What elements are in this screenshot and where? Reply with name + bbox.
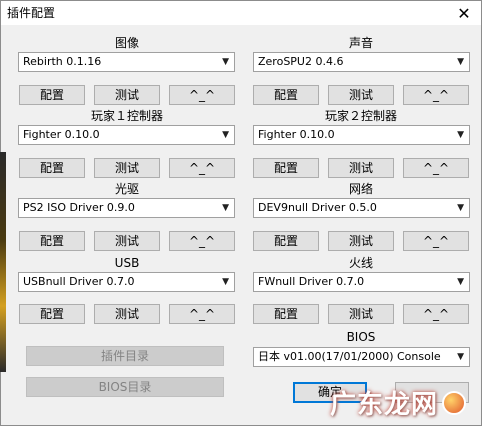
plugin-directory-button[interactable]: 插件目录 — [26, 346, 224, 366]
title-bar: 插件配置 ✕ — [1, 1, 481, 25]
pad1-plugin-select[interactable]: Fighter 0.10.0 ▼ — [18, 125, 235, 145]
chevron-down-icon: ▼ — [457, 57, 464, 67]
usb-test-button[interactable]: 测试 — [94, 304, 160, 324]
fw-plugin-value: FWnull Driver 0.7.0 — [258, 275, 365, 288]
usb-plugin-select[interactable]: USBnull Driver 0.7.0 ▼ — [18, 272, 235, 292]
chevron-down-icon: ▼ — [222, 130, 229, 140]
sound-test-button[interactable]: 测试 — [328, 85, 394, 105]
pad1-test-button[interactable]: 测试 — [94, 158, 160, 178]
fw-test-button[interactable]: 测试 — [328, 304, 394, 324]
graphics-plugin-value: Rebirth 0.1.16 — [23, 55, 102, 68]
fw-label: 火线 — [348, 256, 373, 270]
chevron-down-icon: ▼ — [457, 352, 464, 362]
chevron-down-icon: ▼ — [222, 277, 229, 287]
sound-configure-button[interactable]: 配置 — [253, 85, 319, 105]
pad2-about-button[interactable]: ^_^ — [403, 158, 469, 178]
sound-plugin-select[interactable]: ZeroSPU2 0.4.6 ▼ — [253, 52, 470, 72]
sound-plugin-value: ZeroSPU2 0.4.6 — [258, 55, 344, 68]
chevron-down-icon: ▼ — [457, 203, 464, 213]
dev9-plugin-select[interactable]: DEV9null Driver 0.5.0 ▼ — [253, 198, 470, 218]
pad2-plugin-select[interactable]: Fighter 0.10.0 ▼ — [253, 125, 470, 145]
pad1-label: 玩家１控制器 — [90, 109, 163, 123]
usb-label: USB — [114, 256, 140, 270]
dev9-label: 网络 — [348, 182, 373, 196]
globe-icon — [442, 390, 467, 415]
background-edge — [0, 152, 6, 372]
bios-select[interactable]: 日本 v01.00(17/01/2000) Console ▼ — [253, 347, 470, 367]
fw-about-button[interactable]: ^_^ — [403, 304, 469, 324]
pad2-configure-button[interactable]: 配置 — [253, 158, 319, 178]
cdvd-configure-button[interactable]: 配置 — [19, 231, 85, 251]
usb-configure-button[interactable]: 配置 — [19, 304, 85, 324]
chevron-down-icon: ▼ — [222, 203, 229, 213]
graphics-about-button[interactable]: ^_^ — [169, 85, 235, 105]
pad1-plugin-value: Fighter 0.10.0 — [23, 128, 100, 141]
bios-directory-button[interactable]: BIOS目录 — [26, 377, 224, 397]
bios-label: BIOS — [346, 330, 376, 344]
chevron-down-icon: ▼ — [457, 130, 464, 140]
sound-label: 声音 — [348, 36, 373, 50]
window-title: 插件配置 — [7, 6, 56, 20]
dev9-plugin-value: DEV9null Driver 0.5.0 — [258, 201, 377, 214]
graphics-plugin-select[interactable]: Rebirth 0.1.16 ▼ — [18, 52, 235, 72]
dev9-test-button[interactable]: 测试 — [328, 231, 394, 251]
pad1-configure-button[interactable]: 配置 — [19, 158, 85, 178]
cdvd-test-button[interactable]: 测试 — [94, 231, 160, 251]
graphics-label: 图像 — [114, 36, 139, 50]
fw-plugin-select[interactable]: FWnull Driver 0.7.0 ▼ — [253, 272, 470, 292]
cdvd-label: 光驱 — [114, 182, 139, 196]
pad2-plugin-value: Fighter 0.10.0 — [258, 128, 335, 141]
plugin-config-window: 插件配置 ✕ 图像 Rebirth 0.1.16 ▼ 配置 测试 ^_^ 声音 … — [0, 0, 482, 426]
chevron-down-icon: ▼ — [222, 57, 229, 67]
usb-about-button[interactable]: ^_^ — [169, 304, 235, 324]
graphics-test-button[interactable]: 测试 — [94, 85, 160, 105]
dev9-about-button[interactable]: ^_^ — [403, 231, 469, 251]
pad1-about-button[interactable]: ^_^ — [169, 158, 235, 178]
pad2-test-button[interactable]: 测试 — [328, 158, 394, 178]
chevron-down-icon: ▼ — [457, 277, 464, 287]
close-icon[interactable]: ✕ — [447, 1, 481, 25]
watermark-text: 广东龙网 — [330, 390, 439, 420]
fw-configure-button[interactable]: 配置 — [253, 304, 319, 324]
cdvd-plugin-value: PS2 ISO Driver 0.9.0 — [23, 201, 135, 214]
pad2-label: 玩家２控制器 — [324, 109, 397, 123]
dev9-configure-button[interactable]: 配置 — [253, 231, 319, 251]
graphics-configure-button[interactable]: 配置 — [19, 85, 85, 105]
cdvd-about-button[interactable]: ^_^ — [169, 231, 235, 251]
sound-about-button[interactable]: ^_^ — [403, 85, 469, 105]
cdvd-plugin-select[interactable]: PS2 ISO Driver 0.9.0 ▼ — [18, 198, 235, 218]
usb-plugin-value: USBnull Driver 0.7.0 — [23, 275, 135, 288]
bios-value: 日本 v01.00(17/01/2000) Console — [258, 350, 441, 363]
watermark: 广东龙网 — [330, 384, 467, 421]
